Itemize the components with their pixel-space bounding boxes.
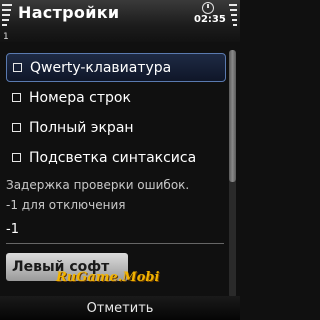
phone-screen: 1 Настройки 02:35 Qwerty-клавиатура Номе… xyxy=(0,0,240,320)
mark-button[interactable]: Отметить xyxy=(0,296,240,320)
softkey-bar: Отметить xyxy=(0,296,240,320)
clock-icon xyxy=(202,2,214,14)
battery-icon xyxy=(229,4,237,42)
scroll-thumb[interactable] xyxy=(229,50,236,182)
list-item-label: Полный экран xyxy=(29,119,134,136)
checkbox-icon[interactable] xyxy=(12,123,21,132)
list-item-label: Подсветка синтаксиса xyxy=(29,149,197,166)
settings-list: Qwerty-клавиатура Номера строк Полный эк… xyxy=(6,53,226,173)
watermark-logo: RuGame.Mobi xyxy=(56,270,160,285)
clock-time: 02:35 xyxy=(194,14,226,25)
delay-input[interactable]: -1 xyxy=(6,222,19,237)
scrollbar[interactable] xyxy=(229,50,236,298)
input-underline xyxy=(6,243,224,244)
list-item-line-numbers[interactable]: Номера строк xyxy=(6,83,226,112)
list-item-label: Qwerty-клавиатура xyxy=(30,59,172,76)
delay-label-line1: Задержка проверки ошибок. xyxy=(6,178,190,192)
antenna-mark: 1 xyxy=(3,32,9,42)
checkbox-icon[interactable] xyxy=(13,63,22,72)
status-bar: 1 Настройки 02:35 xyxy=(0,0,240,42)
list-item-qwerty[interactable]: Qwerty-клавиатура xyxy=(6,53,226,82)
delay-field-label: Задержка проверки ошибок. -1 для отключе… xyxy=(6,175,226,215)
delay-label-line2: -1 для отключения xyxy=(6,198,126,212)
list-item-fullscreen[interactable]: Полный экран xyxy=(6,113,226,142)
list-item-label: Номера строк xyxy=(29,89,131,106)
checkbox-icon[interactable] xyxy=(12,153,21,162)
list-item-syntax-highlight[interactable]: Подсветка синтаксиса xyxy=(6,143,226,172)
page-title: Настройки xyxy=(18,3,120,22)
checkbox-icon[interactable] xyxy=(12,93,21,102)
